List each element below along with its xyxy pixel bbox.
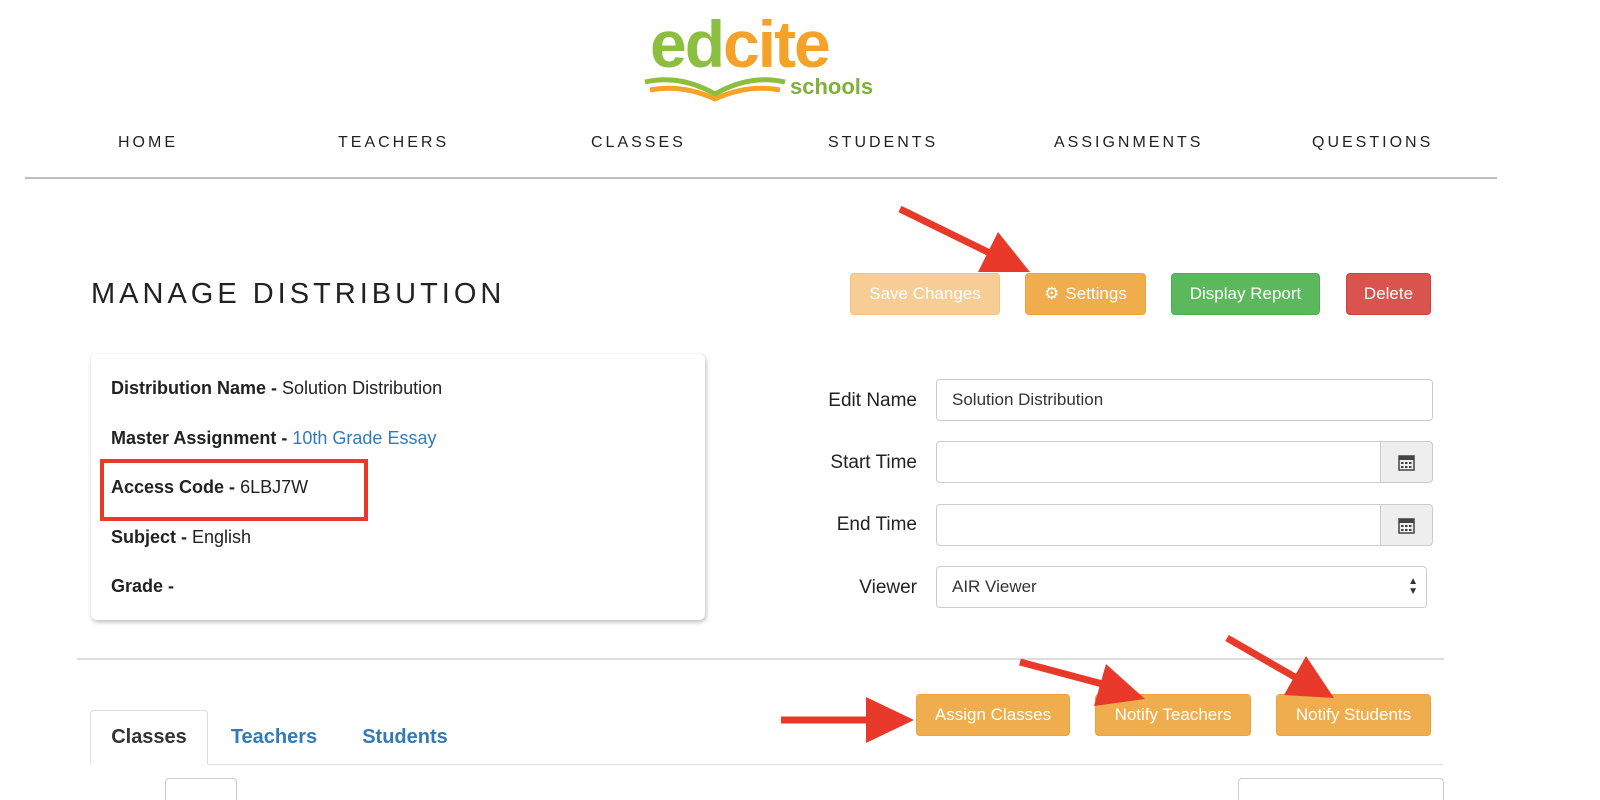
viewer-select[interactable]: AIR Viewer ▲ ▼: [936, 566, 1427, 608]
annotation-arrowhead-settings: [978, 232, 1030, 272]
select-arrows-icon: ▲ ▼: [1408, 576, 1418, 597]
settings-label: Settings: [1065, 284, 1127, 303]
tab-students[interactable]: Students: [350, 710, 460, 765]
tab-classes[interactable]: Classes: [90, 710, 208, 765]
tab-teachers[interactable]: Teachers: [218, 710, 330, 765]
logo-part2: cite: [723, 7, 831, 81]
end-time-label: End Time: [836, 514, 917, 535]
section-divider: [77, 658, 1444, 660]
partial-control-right[interactable]: [1238, 778, 1444, 800]
annotation-arrow-settings: [898, 205, 1002, 262]
settings-button[interactable]: ⚙ Settings: [1025, 273, 1146, 315]
master-assignment-label: Master Assignment -: [111, 428, 293, 448]
partial-control-left[interactable]: [165, 778, 237, 800]
display-report-label: Display Report: [1189, 284, 1302, 303]
access-code-highlight: [100, 459, 368, 521]
nav-home[interactable]: HOME: [118, 134, 178, 152]
nav-teachers[interactable]: TEACHERS: [338, 134, 449, 152]
grade-label: Grade -: [111, 576, 175, 596]
annotation-arrowhead-students: [1284, 656, 1334, 698]
annotation-arrowhead-assign: [866, 697, 914, 743]
edcite-logo[interactable]: edcite schools: [640, 4, 890, 104]
nav-students[interactable]: STUDENTS: [828, 134, 938, 152]
notify-teachers-button[interactable]: Notify Teachers: [1095, 694, 1251, 736]
logo-part1: ed: [650, 7, 725, 81]
start-time-field[interactable]: [936, 441, 1381, 483]
edit-name-field[interactable]: Solution Distribution: [936, 379, 1433, 421]
subject-value: English: [192, 527, 252, 547]
display-report-button[interactable]: Display Report: [1171, 273, 1320, 315]
delete-label: Delete: [1363, 284, 1414, 303]
main-nav: HOME TEACHERS CLASSES STUDENTS ASSIGNMEN…: [25, 130, 1497, 179]
open-book-icon: [644, 77, 786, 102]
delete-button[interactable]: Delete: [1346, 273, 1431, 315]
nav-questions[interactable]: QUESTIONS: [1312, 134, 1433, 152]
master-assignment-link[interactable]: 10th Grade Essay: [292, 428, 436, 448]
master-assignment-row: Master Assignment - 10th Grade Essay: [111, 428, 436, 449]
distribution-name-label: Distribution Name -: [111, 378, 283, 398]
nav-classes[interactable]: CLASSES: [591, 134, 686, 152]
start-time-calendar-button[interactable]: [1381, 441, 1433, 483]
annotation-arrow-teachers: [1019, 658, 1111, 690]
viewer-selected-value: AIR Viewer: [952, 577, 1037, 596]
assign-classes-label: Assign Classes: [934, 705, 1052, 724]
edit-name-label: Edit Name: [828, 390, 917, 411]
notify-students-label: Notify Students: [1295, 705, 1412, 724]
logo-subtitle: schools: [790, 74, 874, 99]
notify-teachers-label: Notify Teachers: [1114, 705, 1232, 724]
notify-students-button[interactable]: Notify Students: [1276, 694, 1431, 736]
distribution-name-value: Solution Distribution: [282, 378, 443, 398]
distribution-name-row: Distribution Name - Solution Distributio…: [111, 378, 442, 399]
save-changes-label: Save Changes: [869, 284, 981, 303]
assign-classes-button[interactable]: Assign Classes: [916, 694, 1070, 736]
save-changes-button[interactable]: Save Changes: [850, 273, 1000, 315]
end-time-field[interactable]: [936, 504, 1381, 546]
page-title: MANAGE DISTRIBUTION: [91, 278, 506, 310]
grade-row: Grade -: [111, 576, 174, 597]
start-time-label: Start Time: [830, 452, 917, 473]
nav-assignments[interactable]: ASSIGNMENTS: [1054, 134, 1203, 152]
edit-name-value: Solution Distribution: [952, 390, 1104, 409]
subject-label: Subject -: [111, 527, 193, 547]
viewer-label: Viewer: [859, 577, 917, 598]
calendar-icon: [1398, 454, 1415, 471]
subject-row: Subject - English: [111, 527, 251, 548]
gear-icon: ⚙: [1044, 284, 1060, 303]
calendar-icon: [1398, 517, 1415, 534]
end-time-calendar-button[interactable]: [1381, 504, 1433, 546]
